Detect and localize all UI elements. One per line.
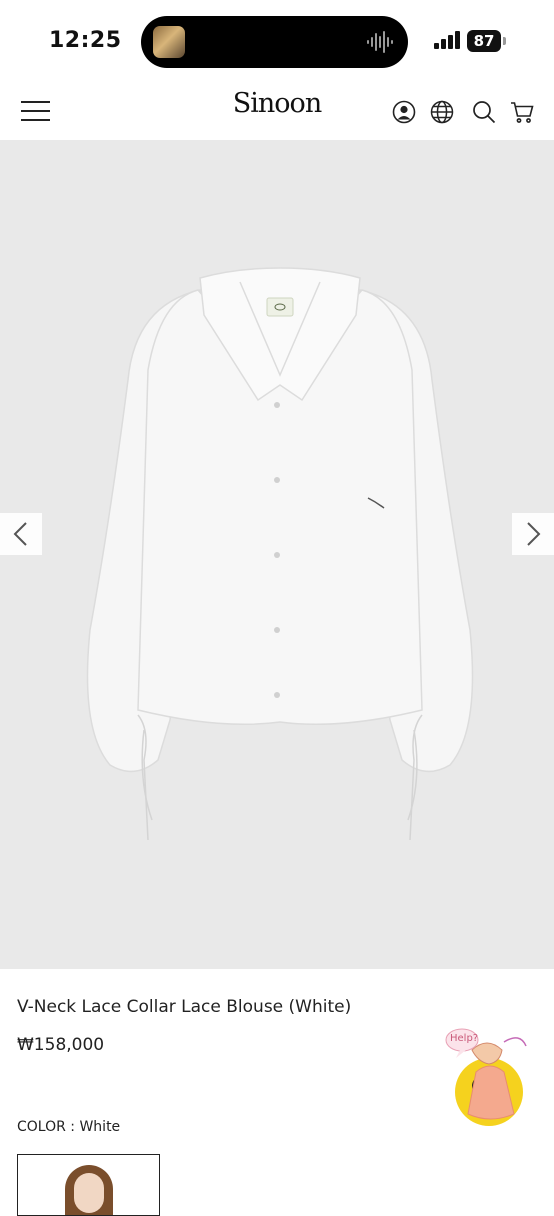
status-time: 12:25 [49, 28, 122, 53]
color-option-label: COLOR : White [17, 1119, 121, 1135]
battery-level: 87 [467, 30, 501, 52]
audio-wave-icon [367, 31, 393, 53]
cart-icon[interactable] [510, 100, 534, 124]
product-title: V-Neck Lace Collar Lace Blouse (White) [17, 997, 352, 1017]
dynamic-island[interactable] [141, 16, 408, 68]
chevron-left-icon [13, 522, 27, 546]
site-header: Sinoon [0, 82, 554, 140]
user-icon[interactable] [392, 100, 416, 124]
product-photo-blouse [86, 267, 474, 841]
chevron-right-icon [527, 522, 541, 546]
globe-icon[interactable] [430, 100, 454, 124]
product-image-gallery[interactable] [0, 140, 554, 969]
menu-icon[interactable] [21, 99, 50, 123]
search-icon[interactable] [472, 100, 496, 124]
product-price: ₩158,000 [17, 1035, 105, 1055]
help-bubble-label: Help? [450, 1033, 479, 1044]
color-swatch-white[interactable] [17, 1154, 160, 1216]
help-chat-widget[interactable]: Help? [442, 1022, 532, 1132]
now-playing-artwork [153, 26, 185, 58]
status-bar: 12:25 87 [0, 0, 554, 82]
brand-logo[interactable]: Sinoon [220, 88, 334, 119]
previous-image-button[interactable] [0, 513, 42, 555]
next-image-button[interactable] [512, 513, 554, 555]
swatch-model-face [74, 1173, 104, 1213]
battery-icon [503, 37, 506, 45]
cellular-signal-icon [434, 31, 460, 49]
